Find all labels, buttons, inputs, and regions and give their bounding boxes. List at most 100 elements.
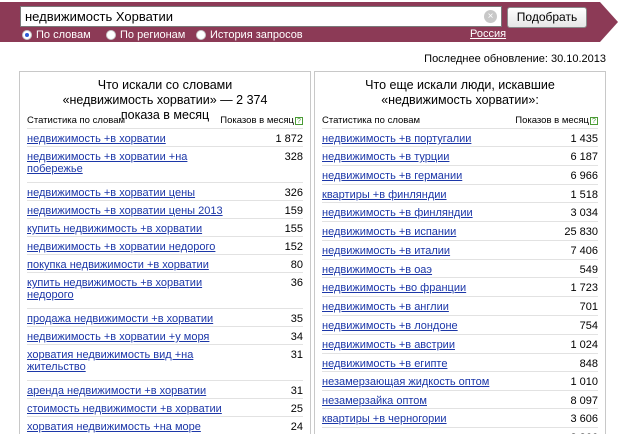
table-row: недвижимость +в италии 7 406 bbox=[322, 240, 598, 259]
table-row: продажа недвижимости +в хорватии 35 bbox=[27, 308, 303, 326]
impressions-count: 155 bbox=[284, 223, 303, 235]
query-link[interactable]: недвижимость +в хорватии bbox=[27, 133, 227, 145]
query-link[interactable]: хорватия недвижимость +на море bbox=[27, 421, 227, 433]
radio-icon[interactable] bbox=[196, 30, 206, 40]
table-row: купить недвижимость +в хорватии 155 bbox=[27, 218, 303, 236]
table-row: недвижимость +в египте 848 bbox=[322, 353, 598, 371]
left-panel: Что искали со словами «недвижимость хорв… bbox=[19, 71, 311, 434]
query-link[interactable]: недвижимость +в египте bbox=[322, 358, 522, 370]
col-query-label: Статистика по словам bbox=[27, 115, 126, 126]
query-link[interactable]: недвижимость +в австрии bbox=[322, 339, 522, 351]
search-modes: По словам По регионам История запросов Р… bbox=[20, 28, 580, 42]
col-query-label: Статистика по словам bbox=[322, 115, 421, 126]
table-row: стоимость недвижимости +в хорватии 25 bbox=[27, 398, 303, 416]
region-link[interactable]: Россия bbox=[470, 28, 506, 40]
impressions-count: 6 187 bbox=[570, 151, 598, 163]
query-link[interactable]: недвижимость +в финляндии bbox=[322, 207, 522, 219]
impressions-count: 36 bbox=[290, 277, 303, 289]
impressions-count: 3 606 bbox=[570, 413, 598, 425]
impressions-count: 25 830 bbox=[564, 226, 598, 238]
query-link[interactable]: недвижимость +в турции bbox=[322, 151, 522, 163]
help-icon[interactable]: ? bbox=[590, 117, 598, 125]
impressions-count: 31 bbox=[290, 385, 303, 397]
table-row: купить недвижимость +в хорватии недорого… bbox=[27, 272, 303, 308]
query-link[interactable]: недвижимость +в португалии bbox=[322, 133, 522, 145]
table-row: недвижимость +в черногории8 866 bbox=[322, 427, 598, 434]
query-link[interactable]: недвижимость +в лондоне bbox=[322, 320, 522, 332]
table-row: аренда недвижимости +в хорватии 31 bbox=[27, 380, 303, 398]
submit-button[interactable]: Подобрать bbox=[507, 7, 587, 28]
query-link[interactable]: незамерзающая жидкость оптом bbox=[322, 376, 522, 388]
radio-icon[interactable] bbox=[106, 30, 116, 40]
query-link[interactable]: недвижимость +в германии bbox=[322, 170, 522, 182]
impressions-count: 1 723 bbox=[570, 282, 598, 294]
impressions-count: 701 bbox=[579, 301, 598, 313]
impressions-count: 328 bbox=[284, 151, 303, 163]
col-count-text: Показов в месяц bbox=[220, 115, 294, 126]
query-link[interactable]: недвижимость +в англии bbox=[322, 301, 522, 313]
table-row: недвижимость +в финляндии 3 034 bbox=[322, 202, 598, 221]
query-link[interactable]: покупка недвижимости +в хорватии bbox=[27, 259, 227, 271]
clear-icon[interactable]: × bbox=[484, 10, 497, 23]
search-box: × bbox=[20, 6, 502, 27]
table-row: недвижимость +во франции 1 723 bbox=[322, 277, 598, 296]
impressions-count: 754 bbox=[579, 320, 598, 332]
query-link[interactable]: хорватия недвижимость вид +на жительство bbox=[27, 349, 227, 373]
table-row: недвижимость +в турции 6 187 bbox=[322, 146, 598, 165]
impressions-count: 25 bbox=[290, 403, 303, 415]
query-link[interactable]: незамерзайка оптом bbox=[322, 395, 522, 407]
help-icon[interactable]: ? bbox=[295, 117, 303, 125]
impressions-count: 1 024 bbox=[570, 339, 598, 351]
right-panel: Что еще искали люди, искавшие «недвижимо… bbox=[314, 71, 606, 434]
impressions-count: 24 bbox=[290, 421, 303, 433]
impressions-count: 1 518 bbox=[570, 189, 598, 201]
col-count-label: Показов в месяц? bbox=[220, 115, 303, 126]
table-row: недвижимость +в оаэ 549 bbox=[322, 259, 598, 277]
table-row: недвижимость +в хорватии цены 326 bbox=[27, 182, 303, 200]
impressions-count: 34 bbox=[290, 331, 303, 343]
mode-label: По словам bbox=[36, 29, 91, 41]
mode-by-regions[interactable]: По регионам bbox=[106, 28, 185, 42]
table-row: недвижимость +в хорватии недорого 152 bbox=[27, 236, 303, 254]
query-link[interactable]: квартиры +в черногории bbox=[322, 413, 522, 425]
impressions-count: 6 966 bbox=[570, 170, 598, 182]
impressions-count: 152 bbox=[284, 241, 303, 253]
table-row: хорватия недвижимость +на море 24 bbox=[27, 416, 303, 434]
impressions-count: 1 435 bbox=[570, 133, 598, 145]
table-row: недвижимость +в хорватии +на побережье 32… bbox=[27, 146, 303, 182]
query-link[interactable]: квартиры +в финляндии bbox=[322, 189, 522, 201]
query-link[interactable]: недвижимость +в хорватии цены bbox=[27, 187, 227, 199]
query-link[interactable]: недвижимость +в оаэ bbox=[322, 264, 522, 276]
query-link[interactable]: купить недвижимость +в хорватии bbox=[27, 223, 227, 235]
query-link[interactable]: продажа недвижимости +в хорватии bbox=[27, 313, 227, 325]
impressions-count: 3 034 bbox=[570, 207, 598, 219]
table-row: недвижимость +в англии 701 bbox=[322, 296, 598, 315]
query-link[interactable]: купить недвижимость +в хорватии недорого bbox=[27, 277, 227, 301]
last-updated: Последнее обновление: 30.10.2013 bbox=[424, 53, 606, 65]
query-link[interactable]: недвижимость +в испании bbox=[322, 226, 522, 238]
mode-by-words[interactable]: По словам bbox=[22, 28, 91, 42]
table-row: квартиры +в черногории 3 606 bbox=[322, 408, 598, 427]
query-link[interactable]: недвижимость +в хорватии +у моря bbox=[27, 331, 227, 343]
impressions-count: 848 bbox=[579, 358, 598, 370]
mode-history[interactable]: История запросов bbox=[196, 28, 303, 42]
query-link[interactable]: недвижимость +в хорватии +на побережье bbox=[27, 151, 227, 175]
search-input[interactable] bbox=[25, 8, 465, 25]
table-row: квартиры +в финляндии 1 518 bbox=[322, 184, 598, 202]
radio-icon[interactable] bbox=[22, 30, 32, 40]
table-row: недвижимость +в хорватии 1 872 bbox=[27, 128, 303, 146]
impressions-count: 35 bbox=[290, 313, 303, 325]
query-link[interactable]: недвижимость +во франции bbox=[322, 282, 522, 294]
table-row: недвижимость +в германии 6 966 bbox=[322, 165, 598, 184]
query-link[interactable]: недвижимость +в италии bbox=[322, 245, 522, 257]
query-link[interactable]: стоимость недвижимости +в хорватии bbox=[27, 403, 227, 415]
impressions-count: 1 872 bbox=[275, 133, 303, 145]
table-row: недвижимость +в испании 25 830 bbox=[322, 221, 598, 240]
query-link[interactable]: аренда недвижимости +в хорватии bbox=[27, 385, 227, 397]
column-header: Статистика по словам Показов в месяц? bbox=[27, 115, 303, 127]
impressions-count: 326 bbox=[284, 187, 303, 199]
query-link[interactable]: недвижимость +в хорватии недорого bbox=[27, 241, 227, 253]
header-band-arrow bbox=[600, 2, 618, 42]
mode-label: История запросов bbox=[210, 29, 303, 41]
query-link[interactable]: недвижимость +в хорватии цены 2013 bbox=[27, 205, 227, 217]
